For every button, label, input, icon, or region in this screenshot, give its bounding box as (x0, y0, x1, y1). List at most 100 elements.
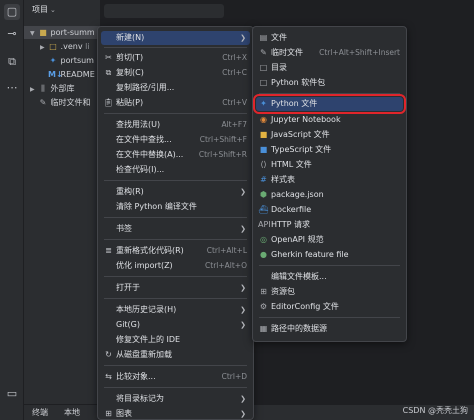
new-item-typescript-file[interactable]: ■ TypeScript 文件 (256, 143, 403, 157)
folder-icon: ■ (39, 28, 47, 37)
menu-item-reformat-code[interactable]: ≣ 重新格式化代码(R) Ctrl+Alt+L (101, 244, 250, 258)
diagram-icon: ⊞ (105, 409, 112, 418)
menu-item-bookmarks[interactable]: 书签 ❯ (101, 222, 250, 236)
menu-item-find-in-files[interactable]: 在文件中查找... Ctrl+Shift+F (101, 133, 250, 147)
new-item-jupyter-notebook[interactable]: ◉ Jupyter Notebook (256, 113, 403, 127)
project-tool-icon[interactable]: ▢ (4, 4, 20, 20)
menu-separator (259, 93, 400, 94)
file-icon: ▤ (259, 33, 268, 42)
menu-item-refactor[interactable]: 重构(R) ❯ (101, 185, 250, 199)
menu-item-local-history[interactable]: 本地历史记录(H) ❯ (101, 303, 250, 317)
tool-window-strip: ▢ ⊸ ⧉ ⋯ ▭ (0, 0, 24, 420)
menu-item-clean-python[interactable]: 清除 Python 编译文件 (101, 200, 250, 214)
tab-local[interactable]: 本地 (64, 407, 80, 418)
copy-icon: ⧉ (105, 68, 112, 77)
new-item-javascript-file[interactable]: ■ JavaScript 文件 (256, 128, 403, 142)
gherkin-icon: ● (260, 250, 267, 259)
gear-icon: ⚙ (259, 302, 268, 311)
chevron-right-icon: ❯ (240, 410, 246, 418)
tab-terminal[interactable]: 终端 (32, 407, 48, 418)
new-item-directory[interactable]: □ 目录 (256, 61, 403, 75)
menu-item-open-in[interactable]: 打开于 ❯ (101, 281, 250, 295)
javascript-icon: ■ (259, 130, 268, 139)
css-icon: # (260, 175, 267, 184)
typescript-icon: ■ (259, 145, 268, 154)
commit-tool-icon[interactable]: ⊸ (4, 26, 20, 42)
menu-separator (259, 317, 400, 318)
new-item-python-file[interactable]: ✦ Python 文件 (253, 94, 406, 114)
menu-separator (104, 276, 247, 277)
menu-item-cut[interactable]: ✂ 剪切(T) Ctrl+X (101, 51, 250, 65)
tree-item-python-file[interactable]: ✦ portsum (24, 54, 100, 67)
scratch-file-icon: ✎ (260, 48, 267, 57)
docker-icon: ⛴ (258, 205, 269, 214)
compare-icon: ⇆ (105, 372, 112, 381)
new-item-http-request[interactable]: API HTTP 请求 (256, 218, 403, 232)
folder-icon: □ (49, 42, 57, 51)
project-panel-title[interactable]: 项目 ⌄ (32, 4, 56, 15)
menu-item-diagrams[interactable]: ⊞ 图表 ❯ (101, 407, 250, 420)
new-item-openapi-spec[interactable]: ◎ OpenAPI 规范 (256, 233, 403, 247)
tree-item-external-libs[interactable]: ▶ ⫼ 外部库 (24, 82, 100, 95)
menu-item-reload-from-disk[interactable]: ↻ 从磁盘重新加载 (101, 348, 250, 362)
menu-separator (104, 239, 247, 240)
new-item-gherkin-feature[interactable]: ● Gherkin feature file (256, 248, 403, 262)
menu-separator (104, 387, 247, 388)
menu-separator (104, 47, 247, 48)
chevron-down-icon: ⌄ (50, 6, 56, 14)
menu-item-find-usages[interactable]: 查找用法(U) Alt+F7 (101, 118, 250, 132)
watermark: CSDN @秃秃土狗 (402, 406, 468, 415)
paste-icon: 📋︎ (103, 98, 114, 107)
tree-item-project-root[interactable]: ▼ ■ port-summ (24, 26, 100, 39)
new-item-python-package[interactable]: □ Python 软件包 (256, 76, 403, 90)
menu-item-repair-ide[interactable]: 修复文件上的 IDE (101, 333, 250, 347)
chevron-right-icon: ❯ (240, 395, 246, 403)
structure-tool-icon[interactable]: ⧉ (4, 54, 20, 70)
new-item-stylesheet[interactable]: # 样式表 (256, 173, 403, 187)
menu-item-new[interactable]: 新建(N) ❯ (101, 31, 250, 45)
menu-item-copy-path[interactable]: 复制路径/引用... (101, 81, 250, 95)
python-file-icon: ✦ (49, 56, 57, 65)
menu-item-compare-with[interactable]: ⇆ 比较对象... Ctrl+D (101, 370, 250, 384)
menu-item-replace-in-files[interactable]: 在文件中替换(A)... Ctrl+Shift+R (101, 148, 250, 162)
menu-separator (259, 265, 400, 266)
new-item-resource-bundle[interactable]: ⊞ 资源包 (256, 285, 403, 299)
new-item-edit-file-templates[interactable]: 编辑文件模板... (256, 270, 403, 284)
new-item-data-source-in-path[interactable]: ▦ 路径中的数据源 (256, 322, 403, 336)
folder-icon: □ (259, 63, 268, 72)
more-tools-icon[interactable]: ⋯ (4, 80, 20, 96)
new-item-editorconfig[interactable]: ⚙ EditorConfig 文件 (256, 300, 403, 314)
menu-item-optimize-imports[interactable]: 优化 import(Z) Ctrl+Alt+O (101, 259, 250, 273)
menu-separator (104, 180, 247, 181)
package-icon: □ (259, 78, 268, 87)
chevron-right-icon: ❯ (240, 306, 246, 314)
new-item-html-file[interactable]: ⟨⟩ HTML 文件 (256, 158, 403, 172)
scratch-icon: ✎ (39, 98, 47, 107)
menu-item-copy[interactable]: ⧉ 复制(C) Ctrl+C (101, 66, 250, 80)
new-item-scratch-file[interactable]: ✎ 临时文件 Ctrl+Alt+Shift+Insert (256, 46, 403, 60)
terminal-tool-icon[interactable]: ▭ (4, 386, 20, 402)
menu-item-git[interactable]: Git(G) ❯ (101, 318, 250, 332)
editor-tab[interactable] (104, 4, 224, 18)
chevron-right-icon: ❯ (240, 34, 246, 42)
tree-item-venv[interactable]: ▶ □ .venv li (24, 40, 100, 53)
tree-item-scratches[interactable]: ✎ 临时文件和 (24, 96, 100, 109)
new-item-file[interactable]: ▤ 文件 (256, 31, 403, 45)
menu-item-mark-directory[interactable]: 将目录标记为 ❯ (101, 392, 250, 406)
markdown-icon: M↓ (48, 70, 63, 79)
resource-bundle-icon: ⊞ (260, 287, 267, 296)
project-context-menu: 新建(N) ❯ ✂ 剪切(T) Ctrl+X ⧉ 复制(C) Ctrl+C 复制路径/引用… (97, 26, 254, 420)
chevron-right-icon: ❯ (240, 284, 246, 292)
menu-item-paste[interactable]: 📋︎ 粘贴(P) Ctrl+V (101, 96, 250, 110)
reload-icon: ↻ (105, 350, 112, 359)
menu-item-inspect-code[interactable]: 检查代码(I)... (101, 163, 250, 177)
jupyter-icon: ◉ (260, 115, 267, 124)
tree-item-readme[interactable]: M↓ README (24, 68, 100, 81)
new-item-package-json[interactable]: ⬢ package.json (256, 188, 403, 202)
html-icon: ⟨⟩ (260, 160, 267, 169)
python-icon: ✦ (260, 99, 267, 108)
new-item-dockerfile[interactable]: ⛴ Dockerfile (256, 203, 403, 217)
chevron-right-icon: ❯ (240, 225, 246, 233)
reformat-icon: ≣ (105, 246, 112, 255)
project-panel: 项目 ⌄ ▼ ■ port-summ ▶ □ .venv li ✦ portsum M… (24, 0, 100, 420)
